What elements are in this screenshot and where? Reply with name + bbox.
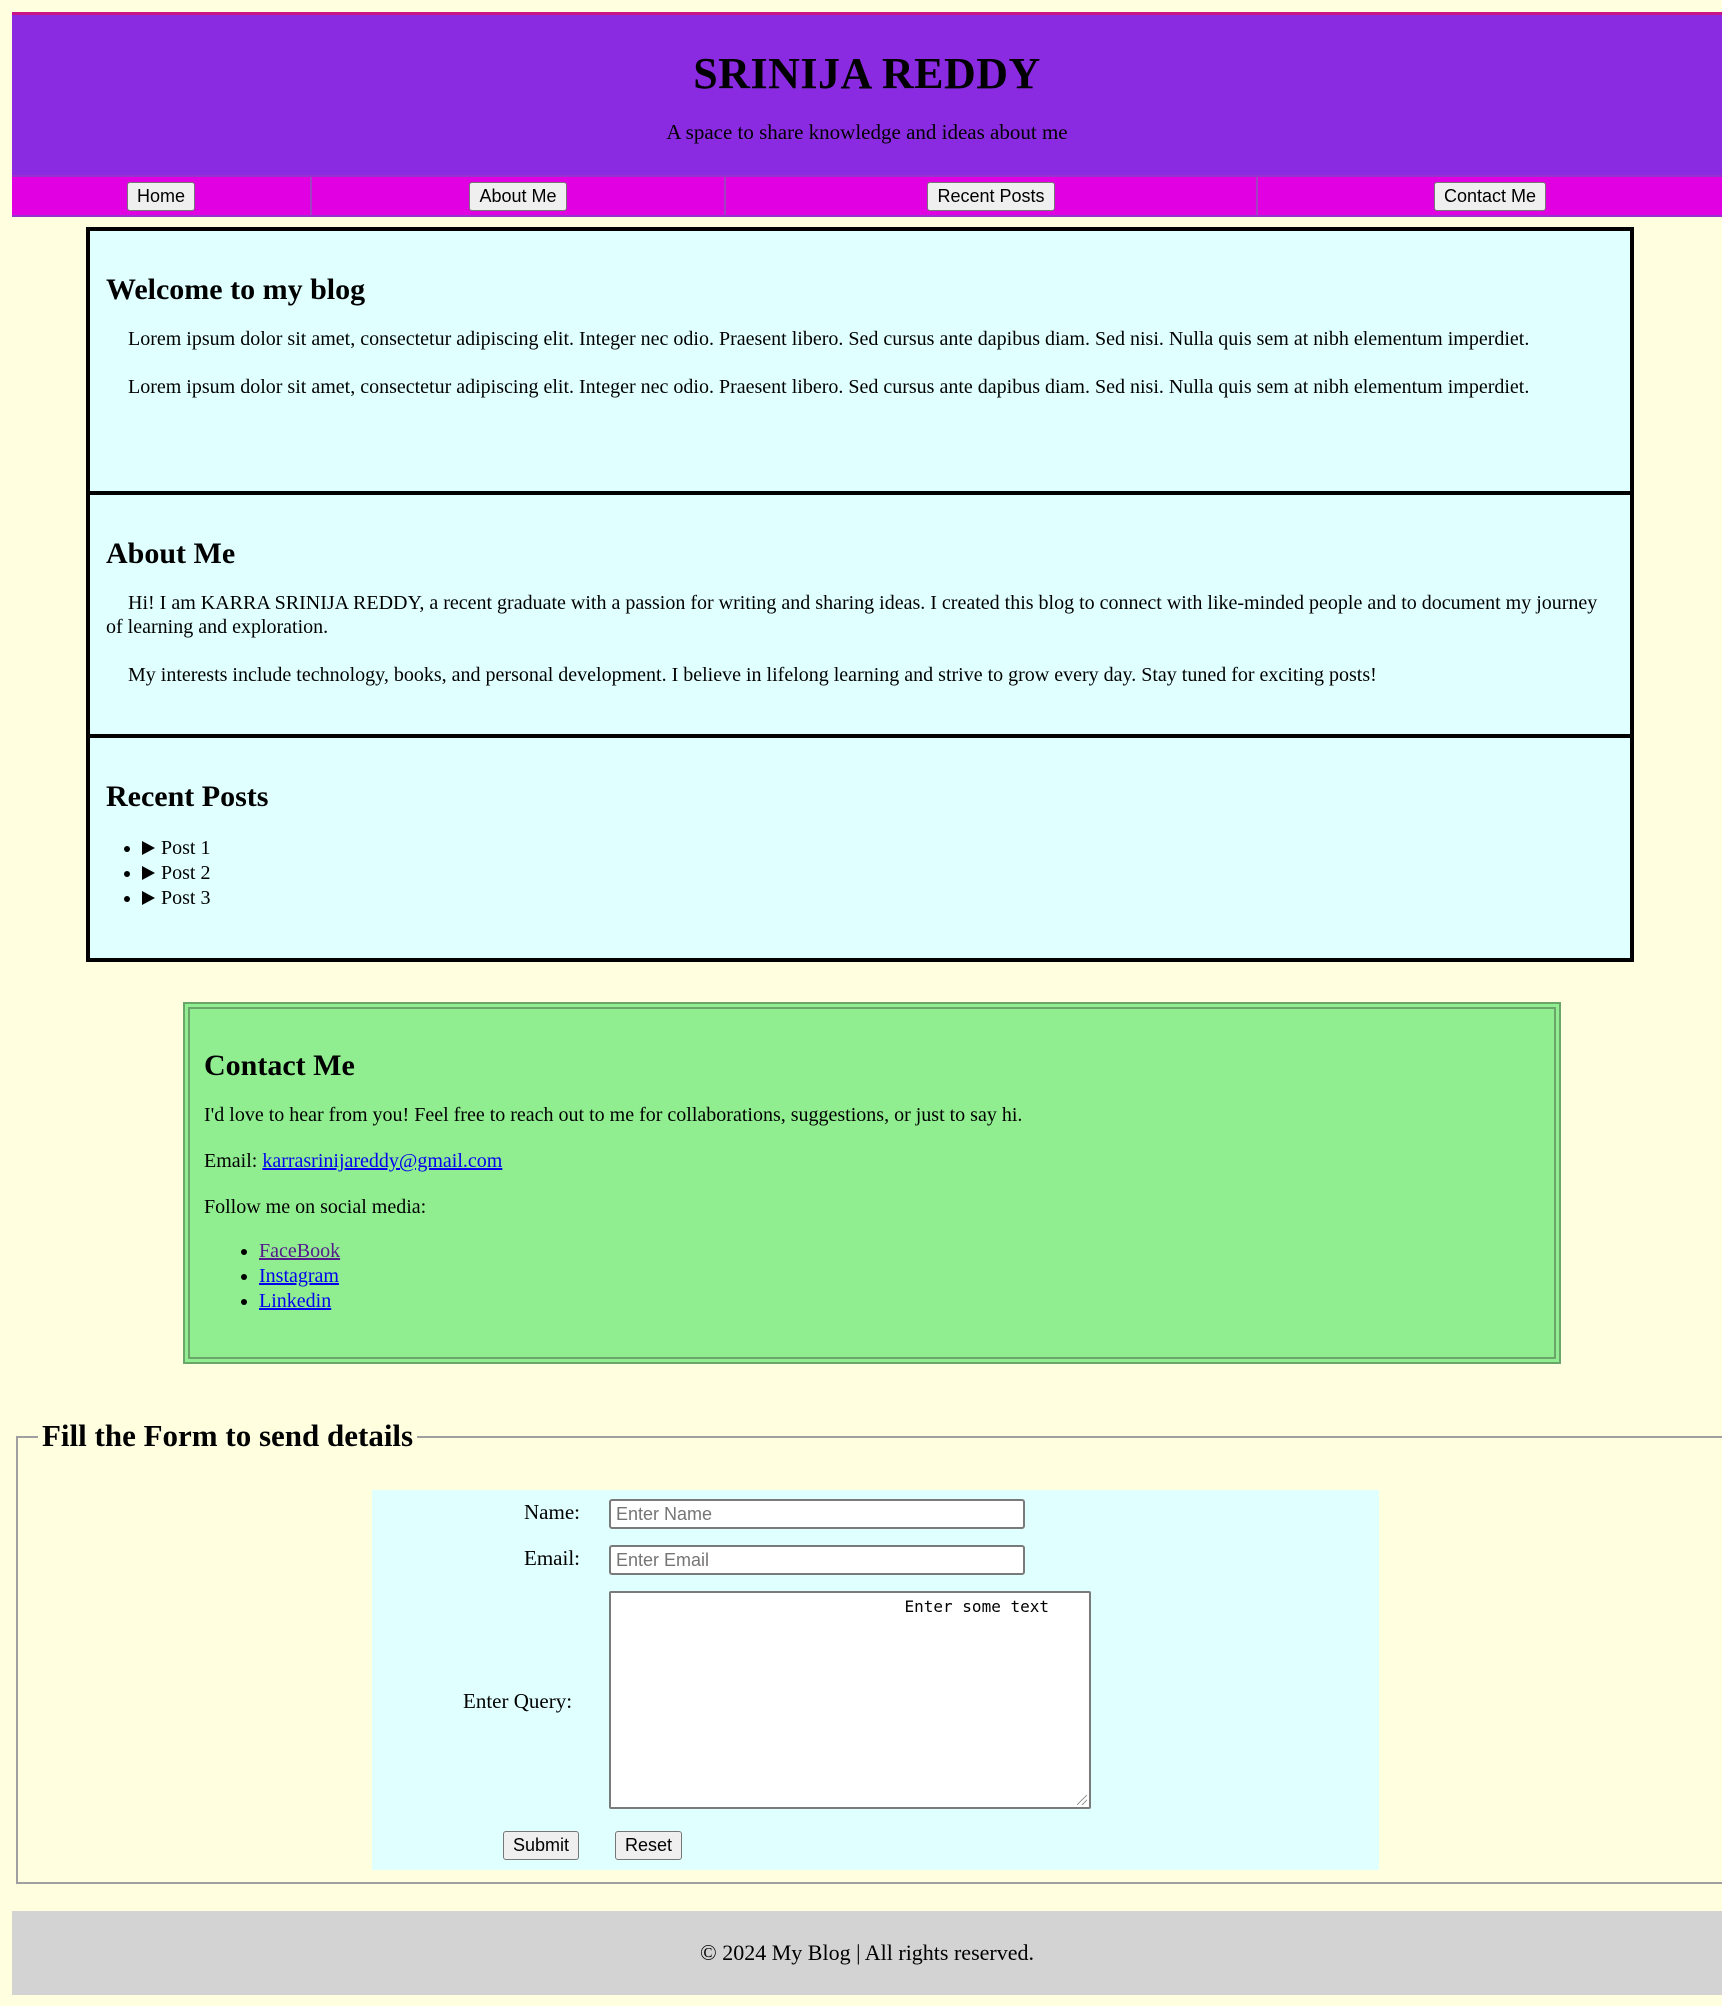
disclosure-triangle-icon[interactable] — [142, 841, 155, 855]
contact-heading: Contact Me — [204, 1049, 355, 1082]
recent-posts-heading: Recent Posts — [106, 780, 269, 813]
site-tagline: A space to share knowledge and ideas abo… — [666, 120, 1068, 144]
disclosure-triangle-icon[interactable] — [142, 891, 155, 905]
welcome-heading: Welcome to my blog — [106, 273, 366, 306]
post-item[interactable]: Post 1 — [142, 836, 1614, 861]
welcome-paragraph: Lorem ipsum dolor sit amet, consectetur … — [128, 328, 1530, 350]
resize-handle-icon[interactable] — [1077, 1795, 1087, 1805]
about-paragraph: Hi! I am KARRA SRINIJA REDDY, a recent g… — [106, 592, 1598, 638]
nav-recent-posts-button[interactable]: Recent Posts — [927, 181, 1055, 211]
nav-cell-contact: Contact Me — [1258, 177, 1722, 215]
instagram-link[interactable]: Instagram — [259, 1265, 339, 1287]
reset-button[interactable]: Reset — [615, 1831, 683, 1860]
follow-text: Follow me on social media: — [204, 1196, 427, 1218]
email-link[interactable]: karrasrinijareddy@gmail.com — [262, 1150, 502, 1172]
submit-button[interactable]: Submit — [503, 1831, 580, 1860]
linkedin-link[interactable]: Linkedin — [259, 1290, 331, 1312]
disclosure-triangle-icon[interactable] — [142, 866, 155, 880]
site-footer: © 2024 My Blog | All rights reserved. — [12, 1911, 1722, 1995]
contact-inner: Contact Me I'd love to hear from you! Fe… — [188, 1007, 1556, 1359]
email-label: Email: — [524, 1546, 580, 1570]
nav-contact-button[interactable]: Contact Me — [1433, 181, 1547, 211]
nav-about-button[interactable]: About Me — [469, 181, 567, 211]
query-textarea[interactable]: Enter some text — [609, 1591, 1091, 1809]
name-label: Name: — [524, 1500, 580, 1524]
footer-text: © 2024 My Blog | All rights reserved. — [700, 1940, 1034, 1965]
facebook-link[interactable]: FaceBook — [259, 1240, 340, 1262]
post-title[interactable]: Post 2 — [161, 862, 210, 884]
form-legend: Fill the Form to send details — [38, 1418, 418, 1454]
posts-list: Post 1 Post 2 Post 3 — [106, 836, 1614, 911]
form-fieldset: Fill the Form to send details Name: Ente… — [16, 1418, 1722, 1884]
contact-intro: I'd love to hear from you! Feel free to … — [204, 1104, 1023, 1126]
nav-cell-home: Home — [12, 177, 312, 215]
social-item: Linkedin — [259, 1289, 1540, 1314]
nav-bar: Home About Me Recent Posts Contact Me — [12, 175, 1722, 217]
query-text: Enter some text — [904, 1597, 1050, 1616]
email-input[interactable]: Enter Email — [609, 1545, 1025, 1575]
site-header: SRINIJA REDDY A space to share knowledge… — [12, 12, 1722, 175]
email-label: Email: — [204, 1150, 263, 1172]
site-title: SRINIJA REDDY — [693, 49, 1041, 98]
nav-cell-posts: Recent Posts — [726, 177, 1258, 215]
social-item: Instagram — [259, 1264, 1540, 1289]
blog-main: Welcome to my blog Lorem ipsum dolor sit… — [86, 227, 1634, 962]
name-input[interactable]: Enter Name — [609, 1499, 1025, 1529]
about-section: About Me Hi! I am KARRA SRINIJA REDDY, a… — [90, 495, 1630, 738]
welcome-section: Welcome to my blog Lorem ipsum dolor sit… — [90, 231, 1630, 495]
page: SRINIJA REDDY A space to share knowledge… — [12, 12, 1722, 217]
post-item[interactable]: Post 2 — [142, 861, 1614, 886]
form-panel: Name: Enter Name Email: Enter Email Ente… — [372, 1490, 1379, 1870]
nav-home-button[interactable]: Home — [126, 181, 195, 211]
about-heading: About Me — [106, 537, 236, 570]
social-list: FaceBook Instagram Linkedin — [204, 1239, 1540, 1314]
post-title[interactable]: Post 1 — [161, 837, 210, 859]
contact-email-line: Email: karrasrinijareddy@gmail.com — [204, 1149, 1540, 1173]
welcome-paragraph: Lorem ipsum dolor sit amet, consectetur … — [128, 376, 1530, 398]
about-paragraph: My interests include technology, books, … — [128, 664, 1377, 686]
recent-posts-section: Recent Posts Post 1 Post 2 Post 3 — [90, 738, 1630, 958]
contact-section: Contact Me I'd love to hear from you! Fe… — [183, 1002, 1561, 1364]
nav-cell-about: About Me — [312, 177, 726, 215]
post-item[interactable]: Post 3 — [142, 886, 1614, 911]
query-label: Enter Query: — [463, 1689, 573, 1713]
post-title[interactable]: Post 3 — [161, 887, 210, 909]
social-item: FaceBook — [259, 1239, 1540, 1264]
